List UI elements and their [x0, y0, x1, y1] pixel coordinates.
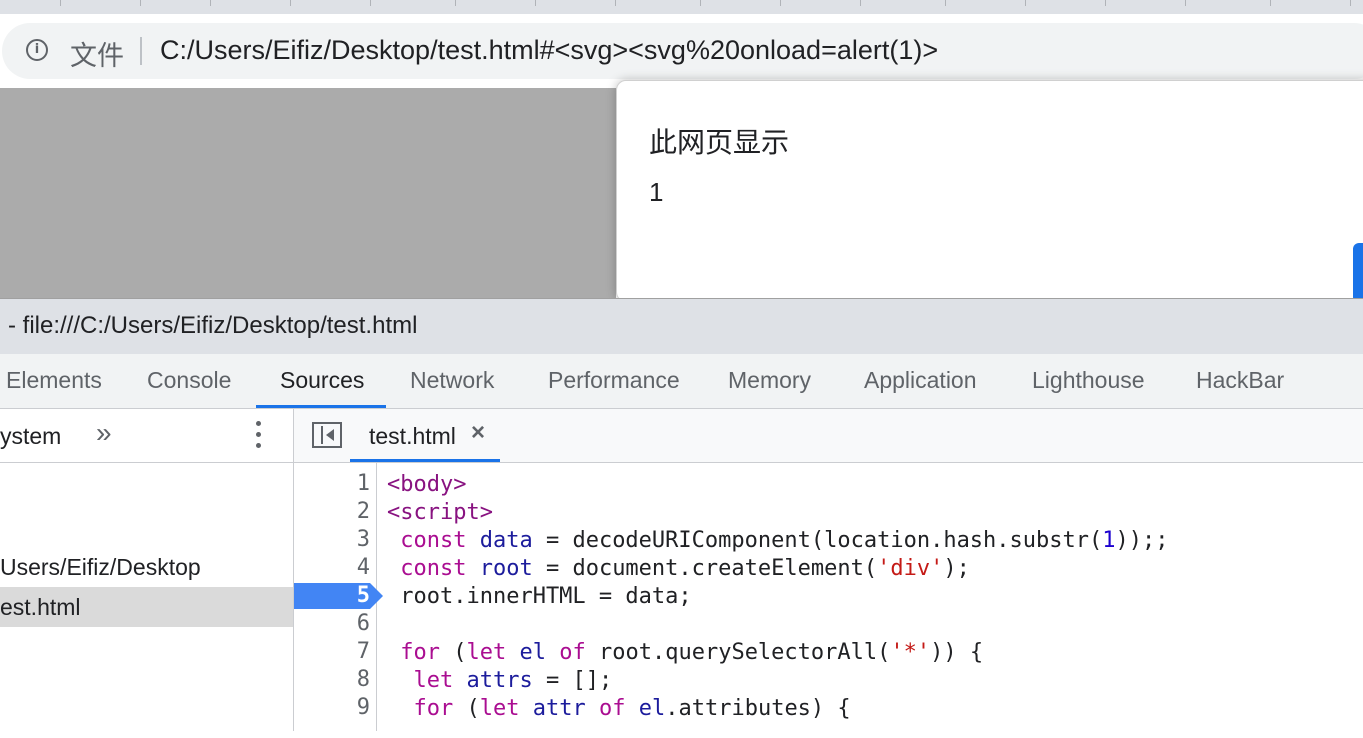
line-number-gutter[interactable]: 1 2 3 4 5 6 7 8 9 [294, 463, 383, 731]
code-line-3: const data = decodeURIComponent(location… [400, 528, 1169, 553]
code-lines[interactable]: <body> <script> const data = decodeURICo… [387, 463, 1169, 738]
code-line-5: root.innerHTML = data; [387, 584, 692, 609]
info-icon[interactable]: i [26, 39, 48, 61]
tab-console[interactable]: Console [147, 367, 231, 394]
navigator-file-selected[interactable]: est.html [0, 587, 293, 627]
devtools-tab-bar: Elements Console Sources Network Perform… [0, 354, 1363, 409]
line-number: 6 [356, 611, 370, 636]
page-overlay [0, 88, 616, 298]
tab-memory[interactable]: Memory [728, 367, 811, 394]
dialog-title: 此网页显示 [649, 126, 790, 159]
editor-file-tab[interactable]: test.html × [350, 409, 500, 462]
code-editor: test.html × 1 2 3 4 5 6 7 8 9 <body> <sc… [294, 409, 1363, 731]
code-line-9: for (let attr of el.attributes) { [413, 696, 851, 721]
editor-file-tab-label: test.html [369, 423, 456, 449]
browser-tab-strip [0, 0, 1363, 14]
dialog-message: 1 [649, 177, 664, 207]
navigator-toolbar: ystem » [0, 409, 293, 463]
line-number: 4 [356, 555, 370, 580]
tab-lighthouse[interactable]: Lighthouse [1032, 367, 1145, 394]
line-number: 7 [356, 639, 370, 664]
active-tab-indicator [256, 405, 386, 408]
dialog-ok-button[interactable] [1353, 243, 1363, 303]
close-icon[interactable]: × [471, 419, 485, 447]
line-number: 2 [356, 499, 370, 524]
more-tabs-icon[interactable]: » [96, 417, 112, 449]
devtools-window-title: - file:///C:/Users/Eifiz/Desktop/test.ht… [0, 298, 1363, 355]
toggle-navigator-icon[interactable] [312, 422, 342, 448]
tab-network[interactable]: Network [410, 367, 494, 394]
code-line-2: <script> [387, 500, 493, 525]
file-tab-indicator [350, 459, 500, 462]
tab-hackbar[interactable]: HackBar [1196, 367, 1284, 394]
navigator-folder[interactable]: Users/Eifiz/Desktop [0, 554, 201, 581]
devtools-title-text: - file:///C:/Users/Eifiz/Desktop/test.ht… [8, 312, 418, 339]
tab-application[interactable]: Application [864, 367, 977, 394]
code-line-8: let attrs = []; [413, 668, 613, 693]
line-number: 9 [356, 695, 370, 720]
line-number: 1 [356, 471, 370, 496]
tab-elements[interactable]: Elements [6, 367, 102, 394]
line-number: 3 [356, 527, 370, 552]
omnibox-divider [140, 37, 142, 65]
code-line-1: <body> [387, 472, 467, 497]
code-line-4: const root = document.createElement('div… [400, 556, 970, 581]
tab-sources[interactable]: Sources [280, 367, 364, 394]
navigator-tab-filesystem[interactable]: ystem [0, 423, 61, 450]
sources-navigator: ystem » Users/Eifiz/Desktop est.html [0, 409, 294, 731]
line-number: 8 [356, 667, 370, 692]
omnibox-scheme-label: 文件 [70, 41, 124, 72]
alert-dialog: 此网页显示 1 [616, 80, 1363, 303]
address-bar: i 文件 C:/Users/Eifiz/Desktop/test.html#<s… [0, 14, 1363, 88]
omnibox[interactable]: i 文件 C:/Users/Eifiz/Desktop/test.html#<s… [2, 23, 1363, 79]
line-number-breakpoint: 5 [356, 583, 370, 608]
omnibox-url[interactable]: C:/Users/Eifiz/Desktop/test.html#<svg><s… [160, 35, 938, 66]
tab-performance[interactable]: Performance [548, 367, 680, 394]
kebab-menu-icon[interactable] [256, 421, 264, 451]
navigator-file-label: est.html [0, 594, 81, 620]
code-line-7: for (let el of root.querySelectorAll('*'… [400, 640, 984, 665]
editor-tab-bar: test.html × [294, 409, 1363, 463]
